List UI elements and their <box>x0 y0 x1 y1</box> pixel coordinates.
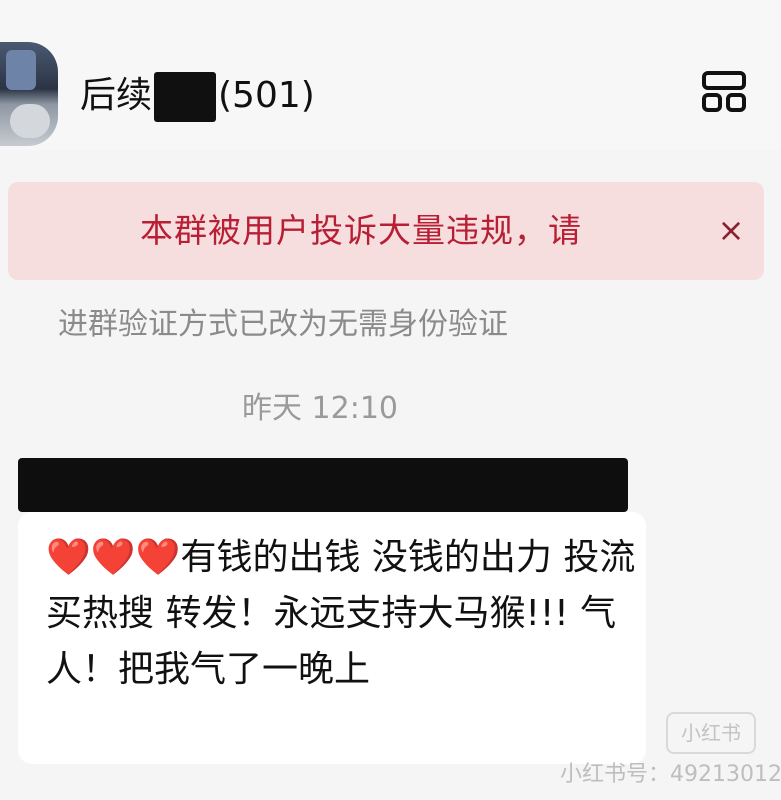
redaction-bar <box>154 72 217 122</box>
violation-notice-banner[interactable]: 本群被用户投诉大量违规，请 × <box>8 182 764 280</box>
group-title[interactable]: 后续 (501) <box>80 66 315 126</box>
chat-header: 后续 (501) <box>0 0 781 150</box>
system-message: 进群验证方式已改为无需身份验证 <box>58 307 508 342</box>
group-avatar[interactable] <box>0 42 58 146</box>
member-count: (501) <box>218 75 315 116</box>
watermark-logo: 小红书 <box>666 712 756 754</box>
close-icon[interactable]: × <box>714 210 748 250</box>
grid-menu-icon[interactable] <box>700 70 748 114</box>
message-content: ❤️❤️❤️有钱的出钱 没钱的出力 投流 买热搜 转发！永远支持大马猴!!! 气… <box>46 530 640 698</box>
message-timestamp: 昨天 12:10 <box>242 391 398 426</box>
message-bubble[interactable]: ❤️❤️❤️有钱的出钱 没钱的出力 投流 买热搜 转发！永远支持大马猴!!! 气… <box>18 512 646 764</box>
avatar-tile <box>10 104 50 138</box>
group-title-prefix: 后续 <box>80 75 153 116</box>
notice-text: 本群被用户投诉大量违规，请 <box>140 211 582 250</box>
avatar-tile <box>6 50 36 90</box>
watermark-id: 小红书号：492130120 <box>560 762 781 787</box>
heart-icon: ❤️❤️❤️ <box>46 537 181 578</box>
redaction-bar <box>18 458 628 512</box>
